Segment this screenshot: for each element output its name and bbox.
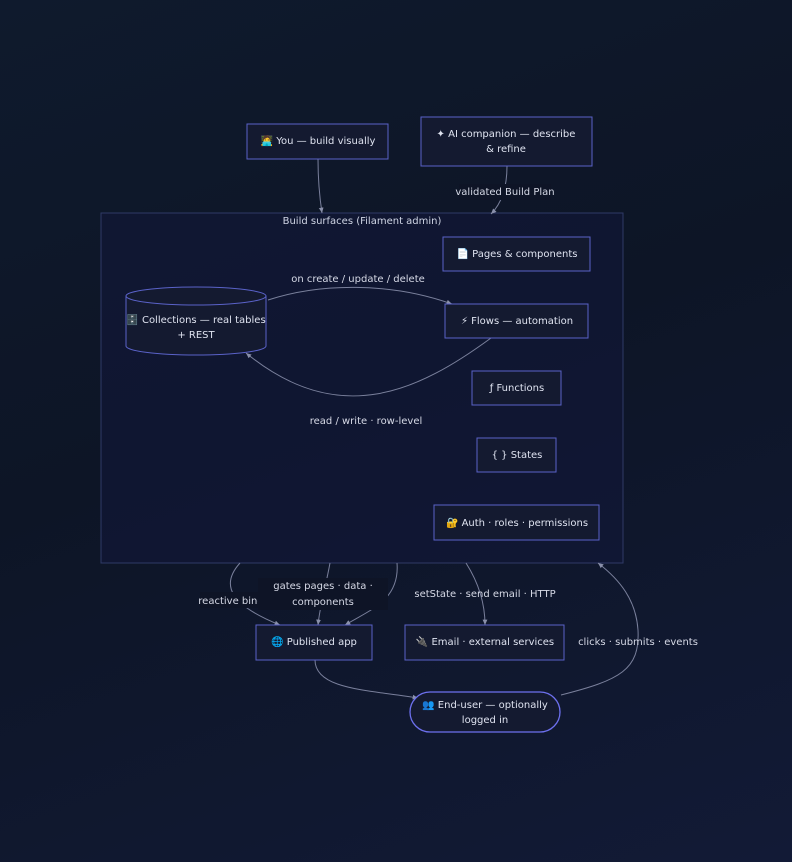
node-collections: 🗄️ Collections — real tables + REST: [125, 286, 267, 356]
edge-label-on-create: on create / update / delete: [291, 274, 425, 285]
node-functions: ƒ Functions: [471, 370, 562, 406]
edge-published-to-enduser: [314, 659, 419, 700]
edge-label-read-write: read / write · row-level: [310, 416, 423, 427]
node-pages: 📄 Pages & components: [442, 236, 591, 272]
edge-enduser-to-auth: [560, 562, 639, 696]
node-ai-label-line1: ✦ AI companion — describe: [437, 129, 576, 140]
node-published-app: 🌐 Published app: [255, 624, 373, 661]
node-you-label: 🧑‍💻 You — build visually: [261, 134, 376, 147]
node-collections-label-line1: 🗄️ Collections — real tables: [126, 313, 265, 326]
edge-label-clicks: clicks · submits · events: [578, 637, 698, 648]
node-functions-label: ƒ Functions: [489, 383, 544, 394]
node-end-user: 👥 End-user — optionally logged in: [409, 691, 561, 733]
node-states: { } States: [476, 437, 557, 473]
node-auth: 🔐 Auth · roles · permissions: [433, 504, 600, 541]
edge-label-gates-line1: gates pages · data ·: [273, 581, 373, 592]
node-states-label: { } States: [492, 450, 543, 461]
edge-label-setstate: setState · send email · HTTP: [414, 589, 555, 600]
node-email-label: 🔌 Email · external services: [416, 635, 554, 648]
node-enduser-label-line2: logged in: [462, 715, 508, 726]
node-ai-label-line2: & refine: [486, 144, 526, 155]
edge-label-reactive: reactive bind: [198, 596, 263, 607]
edge-label-gates-line2: components: [292, 597, 354, 608]
cluster-title: Build surfaces (Filament admin): [283, 216, 442, 227]
node-email-services: 🔌 Email · external services: [404, 624, 565, 661]
edge-you-to-cluster: [317, 158, 324, 214]
node-ai-companion: ✦ AI companion — describe & refine: [420, 116, 593, 167]
node-auth-label: 🔐 Auth · roles · permissions: [446, 517, 588, 529]
node-flows: ⚡ Flows — automation: [444, 303, 589, 339]
architecture-diagram: Build surfaces (Filament admin) validate…: [100, 116, 698, 733]
node-enduser-label-line1: 👥 End-user — optionally: [422, 700, 548, 711]
node-flows-label: ⚡ Flows — automation: [461, 316, 573, 327]
node-published-label: 🌐 Published app: [271, 635, 357, 648]
node-pages-label: 📄 Pages & components: [457, 247, 578, 260]
edge-label-validated: validated Build Plan: [455, 187, 554, 198]
node-collections-label-line2: + REST: [177, 330, 215, 341]
node-you: 🧑‍💻 You — build visually: [246, 123, 389, 160]
